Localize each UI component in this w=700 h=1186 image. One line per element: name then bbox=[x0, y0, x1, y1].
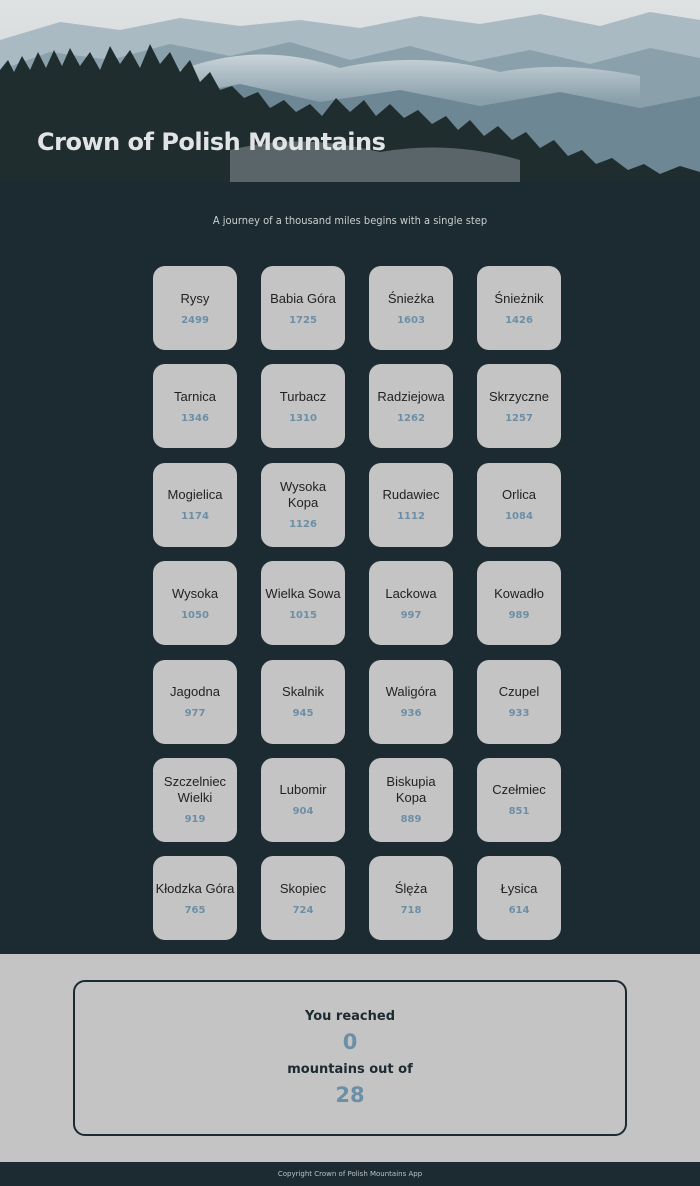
mountain-height: 936 bbox=[400, 708, 422, 720]
mountain-card[interactable]: Turbacz 1310 bbox=[261, 364, 345, 449]
mountain-card[interactable]: Jagodna 977 bbox=[153, 659, 237, 744]
mountain-name: Rysy bbox=[180, 290, 210, 306]
mountain-name: Rudawiec bbox=[382, 487, 440, 503]
mountain-card[interactable]: Wysoka 1050 bbox=[153, 561, 237, 646]
mountain-height: 1310 bbox=[289, 412, 317, 424]
mountain-card[interactable]: Ślęża 718 bbox=[369, 856, 453, 941]
mountain-card[interactable]: Mogielica 1174 bbox=[153, 462, 237, 547]
mountain-height: 1725 bbox=[289, 314, 317, 326]
mountain-height: 904 bbox=[292, 806, 314, 818]
mountain-name: Wielka Sowa bbox=[265, 585, 341, 601]
mountain-name: Kowadło bbox=[494, 585, 544, 601]
mountain-height: 1174 bbox=[181, 511, 209, 523]
hero-banner: Crown of Polish Mountains bbox=[0, 0, 700, 182]
mountain-height: 1603 bbox=[397, 314, 425, 326]
mountain-card[interactable]: Lackowa 997 bbox=[369, 561, 453, 646]
mountain-card[interactable]: Kłodzka Góra 765 bbox=[153, 856, 237, 941]
tagline: A journey of a thousand miles begins wit… bbox=[212, 214, 488, 227]
mountain-height: 989 bbox=[508, 609, 530, 621]
mountain-card[interactable]: Śnieżnik 1426 bbox=[477, 266, 561, 350]
mountain-name: Ślęża bbox=[394, 880, 428, 896]
mountain-name: Skalnik bbox=[282, 684, 324, 700]
mountain-height: 933 bbox=[508, 708, 530, 720]
mountain-card[interactable]: Wysoka Kopa 1126 bbox=[261, 462, 345, 547]
mountain-name: Babia Góra bbox=[270, 290, 336, 306]
mountain-height: 945 bbox=[292, 708, 314, 720]
mountain-height: 977 bbox=[184, 708, 206, 720]
mountain-height: 718 bbox=[400, 904, 422, 916]
reached-label: You reached bbox=[304, 1009, 396, 1024]
mountain-name: Orlica bbox=[502, 487, 536, 503]
mountain-card[interactable]: Wielka Sowa 1015 bbox=[261, 561, 345, 646]
reached-count: 0 bbox=[342, 1030, 358, 1054]
mountain-name: Kłodzka Góra bbox=[155, 880, 235, 896]
mountain-height: 851 bbox=[508, 806, 530, 818]
mountain-height: 919 bbox=[184, 814, 206, 826]
mountain-card[interactable]: Śnieżka 1603 bbox=[369, 266, 453, 350]
mountain-card[interactable]: Skrzyczne 1257 bbox=[477, 364, 561, 449]
mountain-card[interactable]: Skopiec 724 bbox=[261, 856, 345, 941]
mountain-name: Skrzyczne bbox=[489, 388, 549, 404]
mountain-height: 724 bbox=[292, 904, 314, 916]
mountain-name: Jagodna bbox=[170, 684, 220, 700]
out-of-label: mountains out of bbox=[287, 1062, 413, 1077]
mountain-card[interactable]: Radziejowa 1262 bbox=[369, 364, 453, 449]
mountain-card[interactable]: Tarnica 1346 bbox=[153, 364, 237, 449]
mountain-card[interactable]: Rudawiec 1112 bbox=[369, 462, 453, 547]
mountain-name: Turbacz bbox=[279, 388, 327, 404]
mountain-card[interactable]: Czupel 933 bbox=[477, 659, 561, 744]
mountain-height: 997 bbox=[400, 609, 422, 621]
mountain-name: Śnieżnik bbox=[494, 290, 544, 306]
mountain-name: Tarnica bbox=[174, 388, 216, 404]
mountain-name: Biskupia Kopa bbox=[386, 774, 436, 806]
mountain-name: Czupel bbox=[498, 684, 540, 700]
mountain-height: 1050 bbox=[181, 609, 209, 621]
main-section: A journey of a thousand miles begins wit… bbox=[0, 182, 700, 954]
mountain-card[interactable]: Waligóra 936 bbox=[369, 659, 453, 744]
mountain-height: 1257 bbox=[505, 412, 533, 424]
mountain-name: Radziejowa bbox=[377, 388, 445, 404]
mountain-card[interactable]: Szczelniec Wielki 919 bbox=[153, 757, 237, 842]
mountain-name: Szczelniec Wielki bbox=[163, 774, 227, 806]
mountain-height: 1346 bbox=[181, 412, 209, 424]
mountain-card[interactable]: Skalnik 945 bbox=[261, 659, 345, 744]
mountain-height: 1262 bbox=[397, 412, 425, 424]
mountain-name: Wysoka bbox=[171, 585, 219, 601]
mountain-card[interactable]: Biskupia Kopa 889 bbox=[369, 757, 453, 842]
mountain-card[interactable]: Kowadło 989 bbox=[477, 561, 561, 646]
mountain-height: 1426 bbox=[505, 314, 533, 326]
mountain-name: Lubomir bbox=[279, 782, 327, 798]
page-title: Crown of Polish Mountains bbox=[37, 128, 386, 156]
mountain-height: 614 bbox=[508, 904, 530, 916]
mountain-height: 765 bbox=[184, 904, 206, 916]
mountain-name: Skopiec bbox=[279, 880, 327, 896]
mountain-height: 2499 bbox=[181, 314, 209, 326]
progress-summary-box: You reached 0 mountains out of 28 bbox=[73, 980, 627, 1136]
copyright-text: Copyright Crown of Polish Mountains App bbox=[277, 1170, 423, 1178]
mountain-card[interactable]: Łysica 614 bbox=[477, 856, 561, 941]
mountain-name: Waligóra bbox=[385, 684, 437, 700]
mountain-name: Lackowa bbox=[385, 585, 437, 601]
mountain-name: Śnieżka bbox=[387, 290, 435, 306]
mountain-name: Czełmiec bbox=[492, 782, 546, 798]
mountain-name: Łysica bbox=[500, 880, 538, 896]
mountain-name: Mogielica bbox=[167, 487, 223, 503]
footer: Copyright Crown of Polish Mountains App bbox=[0, 1162, 700, 1186]
mountain-card[interactable]: Babia Góra 1725 bbox=[261, 266, 345, 350]
summary-section: You reached 0 mountains out of 28 bbox=[0, 954, 700, 1162]
mountain-card[interactable]: Rysy 2499 bbox=[153, 266, 237, 350]
mountain-height: 1084 bbox=[505, 511, 533, 523]
mountain-card[interactable]: Czełmiec 851 bbox=[477, 757, 561, 842]
mountain-height: 1126 bbox=[289, 519, 317, 531]
mountain-card[interactable]: Orlica 1084 bbox=[477, 462, 561, 547]
mountain-card[interactable]: Lubomir 904 bbox=[261, 757, 345, 842]
mountain-height: 1112 bbox=[397, 511, 425, 523]
mountain-height: 1015 bbox=[289, 609, 317, 621]
mountain-height: 889 bbox=[400, 814, 422, 826]
total-count: 28 bbox=[335, 1083, 365, 1107]
mountain-grid: Rysy 2499 Babia Góra 1725 Śnieżka 1603 Śnieżni… bbox=[153, 266, 561, 941]
mountain-name: Wysoka Kopa bbox=[279, 479, 327, 511]
